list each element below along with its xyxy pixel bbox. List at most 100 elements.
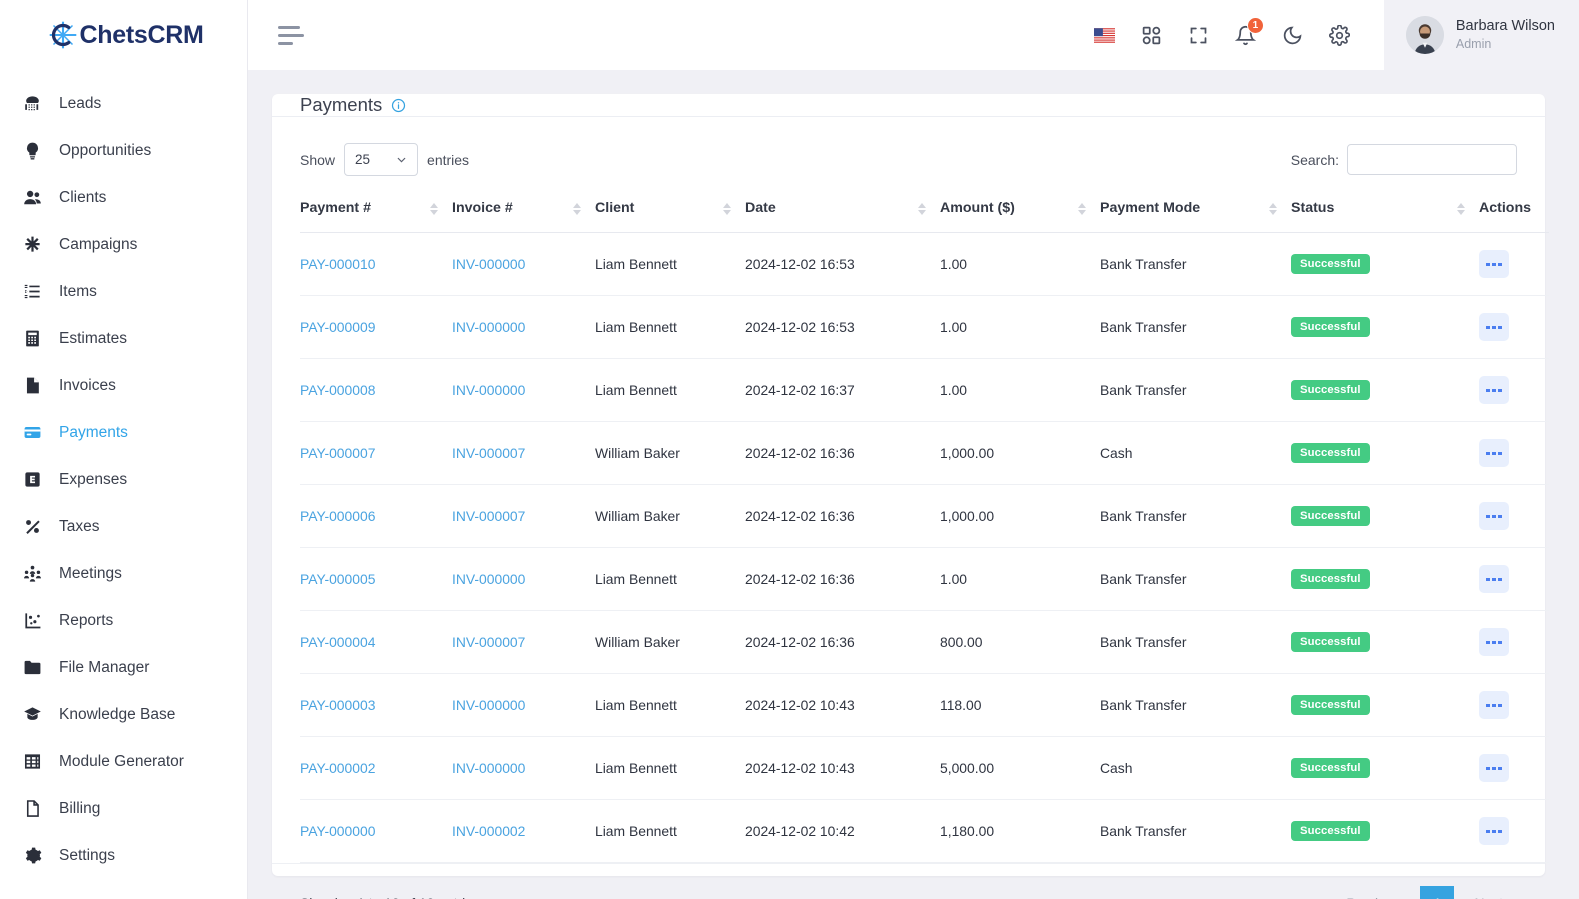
sidebar-item-label: Billing [59,799,101,817]
payment-link[interactable]: PAY-000002 [300,760,375,776]
sidebar-item-expenses[interactable]: Expenses [0,456,247,503]
status-badge: Successful [1291,317,1370,337]
row-actions-button[interactable] [1479,628,1509,656]
invoice-link[interactable]: INV-000000 [452,256,525,272]
payment-link[interactable]: PAY-000004 [300,634,375,650]
table-row: PAY-000008 INV-000000 Liam Bennett 2024-12-… [300,358,1549,422]
sidebar-item-meetings[interactable]: Meetings [0,550,247,597]
pagination-next[interactable]: Next [1460,887,1517,899]
cell-status: Successful [1291,421,1479,485]
fullscreen-icon[interactable] [1188,25,1209,46]
column-header-amount[interactable]: Amount ($) [940,190,1100,233]
cell-client: Liam Bennett [595,736,745,800]
people-group-icon [22,563,43,584]
sidebar-item-module-generator[interactable]: Module Generator [0,738,247,785]
invoice-link[interactable]: INV-000007 [452,508,525,524]
cell-status: Successful [1291,799,1479,863]
invoice-link[interactable]: INV-000007 [452,634,525,650]
cell-invoice-number: INV-000000 [452,358,595,422]
settings-gear-icon[interactable] [1328,24,1350,46]
cell-date: 2024-12-02 16:53 [745,232,940,296]
sort-arrows-icon [918,203,926,215]
row-actions-button[interactable] [1479,754,1509,782]
row-actions-button[interactable] [1479,691,1509,719]
column-header-invoice[interactable]: Invoice # [452,190,595,233]
sidebar-item-clients[interactable]: Clients [0,174,247,221]
page-length-select[interactable]: 25 [344,143,419,176]
invoice-link[interactable]: INV-000002 [452,823,525,839]
sidebar-item-knowledge-base[interactable]: Knowledge Base [0,691,247,738]
payment-link[interactable]: PAY-000003 [300,697,375,713]
payment-link[interactable]: PAY-000005 [300,571,375,587]
pagination-page-1[interactable]: 1 [1420,886,1455,899]
table-row: PAY-000007 INV-000007 William Baker 2024-12… [300,421,1549,485]
dark-mode-moon-icon[interactable] [1282,25,1303,46]
row-actions-button[interactable] [1479,250,1509,278]
sidebar-item-items[interactable]: Items [0,268,247,315]
payment-link[interactable]: PAY-000010 [300,256,375,272]
cell-amount: 1,180.00 [940,799,1100,863]
row-actions-button[interactable] [1479,565,1509,593]
notification-bell-icon[interactable]: 1 [1234,16,1264,46]
hamburger-icon[interactable] [278,25,304,45]
sidebar-item-leads[interactable]: Leads [0,80,247,127]
sidebar-item-opportunities[interactable]: Opportunities [0,127,247,174]
payment-link[interactable]: PAY-000000 [300,823,375,839]
sidebar-item-campaigns[interactable]: Campaigns [0,221,247,268]
sidebar-item-label: Payments [59,423,128,441]
topbar-icon-group: 1 [1093,16,1384,46]
sidebar-item-label: Items [59,282,97,300]
column-label: Client [595,200,635,216]
language-flag-us-icon[interactable] [1093,25,1115,46]
row-actions-button[interactable] [1479,313,1509,341]
column-header-payment-mode[interactable]: Payment Mode [1100,190,1291,233]
column-label: Invoice # [452,200,513,216]
notification-badge: 1 [1246,16,1264,34]
apps-grid-icon[interactable] [1141,25,1162,46]
table-row: PAY-000002 INV-000000 Liam Bennett 2024-12-… [300,736,1549,800]
cell-amount: 1,000.00 [940,421,1100,485]
sidebar-item-estimates[interactable]: Estimates [0,315,247,362]
table-head: Payment # Invoice # Client Date Amount (… [300,190,1549,233]
sidebar-item-settings[interactable]: Settings [0,832,247,879]
grid-table-icon [22,751,43,772]
invoice-link[interactable]: INV-000000 [452,571,525,587]
invoice-link[interactable]: INV-000000 [452,760,525,776]
column-header-date[interactable]: Date [745,190,940,233]
row-actions-button[interactable] [1479,817,1509,845]
column-header-client[interactable]: Client [595,190,745,233]
invoice-link[interactable]: INV-000000 [452,697,525,713]
table-row: PAY-000003 INV-000000 Liam Bennett 2024-12-… [300,673,1549,737]
row-actions-button[interactable] [1479,376,1509,404]
invoice-link[interactable]: INV-000000 [452,382,525,398]
payment-link[interactable]: PAY-000009 [300,319,375,335]
sidebar-item-invoices[interactable]: Invoices [0,362,247,409]
cell-client: Liam Bennett [595,295,745,359]
pagination-previous[interactable]: Previous [1332,887,1414,899]
show-label: Show [300,151,336,168]
brand-name: ChetsCRM [79,20,204,49]
info-circle-icon[interactable] [391,98,406,113]
row-actions-button[interactable] [1479,439,1509,467]
sidebar-item-taxes[interactable]: Taxes [0,503,247,550]
invoice-link[interactable]: INV-000000 [452,319,525,335]
user-profile-menu[interactable]: Barbara Wilson Admin [1383,0,1579,70]
search-input[interactable] [1347,144,1517,175]
sidebar-item-file-manager[interactable]: File Manager [0,644,247,691]
payments-table: Payment # Invoice # Client Date Amount (… [300,190,1549,863]
column-label: Amount ($) [940,200,1015,216]
cell-status: Successful [1291,610,1479,674]
invoice-link[interactable]: INV-000007 [452,445,525,461]
brand-logo-area[interactable]: ChetsCRM [0,0,247,70]
payment-link[interactable]: PAY-000007 [300,445,375,461]
column-header-payment[interactable]: Payment # [300,190,452,233]
sidebar-item-payments[interactable]: Payments [0,409,247,456]
sidebar-item-reports[interactable]: Reports [0,597,247,644]
cell-payment-mode: Bank Transfer [1100,232,1291,296]
payment-link[interactable]: PAY-000008 [300,382,375,398]
sidebar-item-billing[interactable]: Billing [0,785,247,832]
row-actions-button[interactable] [1479,502,1509,530]
payment-link[interactable]: PAY-000006 [300,508,375,524]
column-header-status[interactable]: Status [1291,190,1479,233]
cell-date: 2024-12-02 10:43 [745,673,940,737]
